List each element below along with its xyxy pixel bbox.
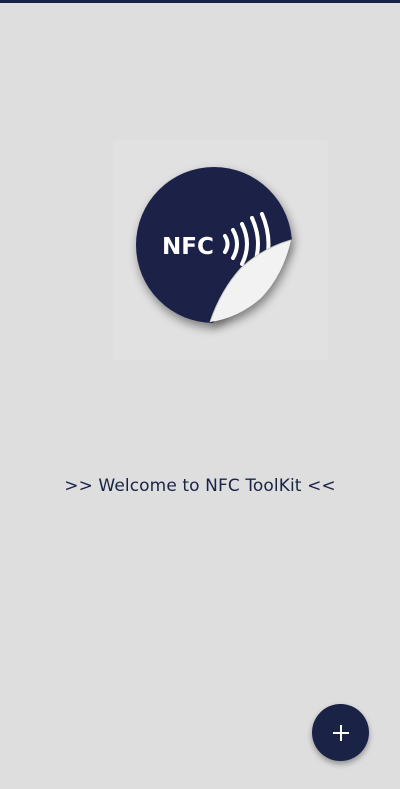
plus-icon xyxy=(332,724,349,741)
nfc-logo-text: NFC xyxy=(162,234,214,260)
add-button[interactable] xyxy=(312,704,369,761)
nfc-sticker-icon: NFC xyxy=(136,167,292,323)
status-bar-edge xyxy=(0,0,400,3)
nfc-logo: NFC xyxy=(113,140,328,360)
welcome-message: >> Welcome to NFC ToolKit << xyxy=(64,476,336,496)
